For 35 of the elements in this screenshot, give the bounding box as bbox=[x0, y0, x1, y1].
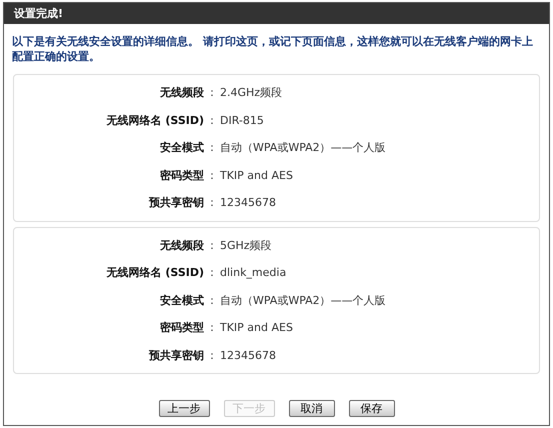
intro-text: 以下是有关无线安全设置的详细信息。 请打印这页，或记下页面信息，这样您就可以在无线客户端的网卡上配置正确的设置。 bbox=[12, 34, 534, 64]
field-value: 2.4GHz频段 bbox=[220, 85, 282, 100]
field-label: 密码类型 bbox=[160, 320, 204, 336]
separator: : bbox=[210, 114, 214, 127]
field-label: 预共享密钥 bbox=[149, 195, 204, 210]
window-title: 设置完成! bbox=[4, 3, 549, 24]
field-label: 预共享密钥 bbox=[149, 348, 204, 363]
field-value: 5GHz频段 bbox=[220, 238, 272, 253]
field-value: dlink_media bbox=[220, 266, 286, 280]
field-value: 12345678 bbox=[220, 196, 276, 210]
field-label: 安全模式 bbox=[160, 140, 204, 156]
separator: : bbox=[210, 238, 214, 252]
field-label: 无线网络名 (SSID) bbox=[106, 112, 204, 128]
separator: : bbox=[210, 266, 214, 280]
field-label: 无线频段 bbox=[160, 238, 204, 253]
field-value: 12345678 bbox=[220, 348, 276, 362]
wizard-button[interactable]: 上一步 bbox=[158, 400, 210, 417]
field-label: 安全模式 bbox=[160, 292, 204, 308]
field-value: 自动（WPA或WPA2）——个人版 bbox=[220, 292, 386, 308]
wizard-button[interactable]: 保存 bbox=[348, 400, 394, 417]
separator: : bbox=[210, 196, 214, 210]
field-label: 无线网络名 (SSID) bbox=[106, 265, 204, 280]
wizard-button[interactable]: 取消 bbox=[288, 400, 334, 417]
separator: : bbox=[210, 141, 214, 154]
field-value: TKIP and AES bbox=[220, 168, 293, 182]
field-label: 无线频段 bbox=[160, 85, 204, 100]
separator: : bbox=[210, 168, 214, 182]
separator: : bbox=[210, 294, 214, 307]
separator: : bbox=[210, 86, 214, 100]
field-value: DIR-815 bbox=[220, 114, 264, 127]
field-label: 密码类型 bbox=[160, 168, 204, 183]
separator: : bbox=[210, 321, 214, 334]
separator: : bbox=[210, 348, 214, 362]
field-value: 自动（WPA或WPA2）——个人版 bbox=[220, 140, 386, 156]
field-value: TKIP and AES bbox=[220, 321, 293, 334]
